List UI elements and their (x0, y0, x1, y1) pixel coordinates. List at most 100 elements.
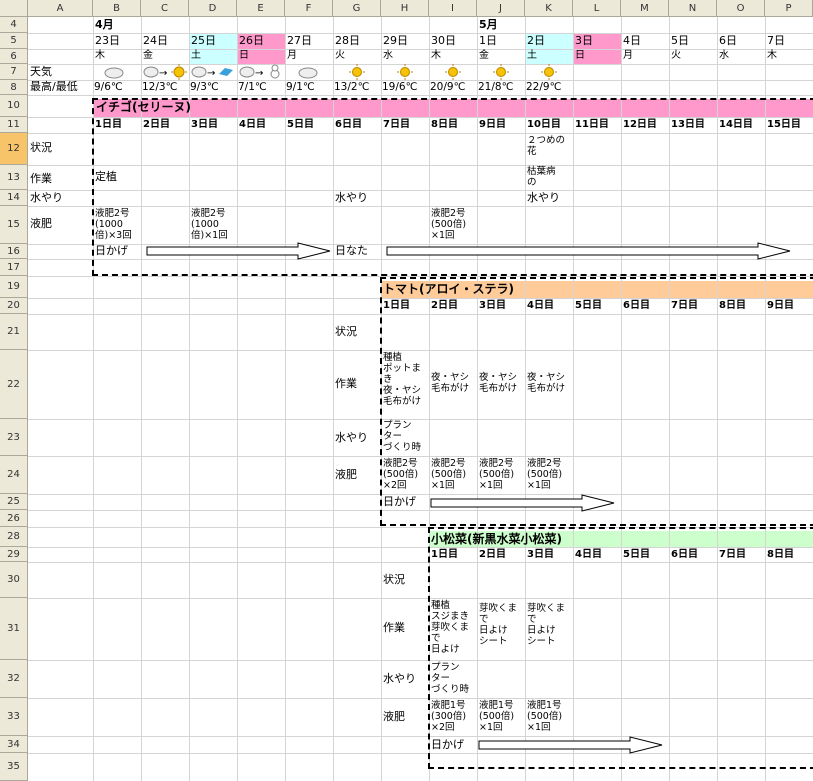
date-cell: 24日 (143, 34, 168, 47)
date-cell: 6日 (719, 34, 737, 47)
work-cell: 定植 (95, 170, 117, 183)
temp-row-label: 最高/最低 (30, 80, 78, 93)
row-header[interactable]: 26 (0, 510, 28, 527)
temp-cell: 13/2℃ (334, 81, 370, 93)
svg-text:→: → (255, 68, 263, 79)
col-header-c[interactable]: C (141, 0, 189, 17)
col-header-j[interactable]: J (477, 0, 525, 17)
col-header-d[interactable]: D (189, 0, 237, 17)
date-cell: 28日 (335, 34, 360, 47)
row-header[interactable]: 14 (0, 190, 28, 206)
work-label: 作業 (30, 172, 52, 185)
col-header-p[interactable]: P (765, 0, 813, 17)
row-header[interactable]: 25 (0, 494, 28, 510)
month-may: 5月 (479, 18, 498, 31)
row-header[interactable]: 34 (0, 736, 28, 753)
fertilizer-label: 液肥 (335, 468, 357, 481)
komatsuna-title: 小松菜(新黒水菜小松菜) (431, 532, 562, 546)
work-cell: 枯葉病 の (527, 166, 556, 188)
row-header[interactable]: 16 (0, 244, 28, 259)
row-header[interactable]: 32 (0, 660, 28, 698)
day-cell: 14日目 (719, 119, 753, 130)
col-header-e[interactable]: E (237, 0, 285, 17)
row-header[interactable]: 11 (0, 117, 28, 133)
status-label: 状況 (335, 325, 357, 338)
row-header[interactable]: 28 (0, 527, 28, 547)
cloud-icon (298, 67, 318, 79)
row-header[interactable]: 31 (0, 598, 28, 660)
row-header[interactable]: 20 (0, 298, 28, 314)
weekday-cell: 月 (287, 50, 297, 61)
svg-text:→: → (207, 68, 215, 79)
water-cell: プラン ター づくり時 (431, 662, 470, 695)
col-header-h[interactable]: H (381, 0, 429, 17)
col-header-i[interactable]: I (429, 0, 477, 17)
col-header-f[interactable]: F (285, 0, 333, 17)
col-header-n[interactable]: N (669, 0, 717, 17)
fertilizer-cell: 液肥2号 (500倍) ×1回 (431, 458, 467, 491)
row-header[interactable]: 22 (0, 350, 28, 419)
col-header-a[interactable]: A (28, 0, 93, 17)
row-header[interactable]: 23 (0, 419, 28, 456)
temp-cell: 20/9℃ (430, 81, 466, 93)
col-header-b[interactable]: B (93, 0, 141, 17)
shade-label: 日かげ (431, 738, 464, 751)
shade-label: 日かげ (383, 495, 416, 508)
work-cell: 種植 ポットま き 夜・ヤシ 毛布がけ (383, 352, 422, 407)
row-header[interactable]: 19 (0, 276, 28, 298)
weekday-cell: 土 (527, 50, 537, 61)
fertilizer-label: 液肥 (383, 710, 405, 723)
day-cell: 5日目 (287, 119, 314, 130)
fertilizer-cell: 液肥1号 (500倍) ×1回 (527, 700, 563, 733)
col-header-o[interactable]: O (717, 0, 765, 17)
status-label: 状況 (30, 141, 52, 154)
day-cell: 7日目 (671, 300, 698, 311)
spreadsheet: A B C D E F G H I J K L M N O P 4 5 6 7 … (0, 0, 813, 781)
weather-row-label: 天気 (30, 65, 52, 78)
row-header[interactable]: 24 (0, 456, 28, 494)
row-header[interactable]: 6 (0, 49, 28, 64)
weekday-cell: 木 (431, 50, 441, 61)
status-cell: ２つめの 花 (527, 135, 566, 157)
temp-cell: 9/3℃ (190, 81, 219, 93)
work-cell: 種植 スジまき 芽吹くま で 日よけ (431, 600, 470, 655)
work-cell: 夜・ヤシ 毛布がけ (527, 372, 566, 394)
day-cell: 5日目 (575, 300, 602, 311)
fertilizer-cell: 液肥1号 (500倍) ×1回 (479, 700, 515, 733)
row-header[interactable]: 29 (0, 547, 28, 562)
col-header-m[interactable]: M (621, 0, 669, 17)
row-header[interactable]: 12 (0, 133, 28, 165)
day-cell: 6日目 (671, 549, 698, 560)
day-cell: 2日目 (143, 119, 170, 130)
day-cell: 2日目 (431, 300, 458, 311)
row-header[interactable]: 10 (0, 95, 28, 117)
row-header[interactable]: 4 (0, 17, 28, 33)
day-cell: 4日目 (575, 549, 602, 560)
row-header[interactable]: 33 (0, 698, 28, 736)
strawberry-title: イチゴ(セリーヌ) (96, 100, 191, 114)
col-header-k[interactable]: K (525, 0, 573, 17)
row-header[interactable]: 21 (0, 314, 28, 350)
date-cell: 5日 (671, 34, 689, 47)
row-header[interactable]: 30 (0, 562, 28, 598)
row-header[interactable]: 7 (0, 64, 28, 80)
weekday-cell: 火 (335, 50, 345, 61)
row-header[interactable]: 8 (0, 80, 28, 95)
row-header[interactable]: 17 (0, 259, 28, 276)
row-header[interactable]: 35 (0, 753, 28, 781)
row-header[interactable]: 5 (0, 33, 28, 49)
day-cell: 8日目 (431, 119, 458, 130)
water-cell: 水やり (527, 191, 560, 204)
water-label: 水やり (383, 672, 416, 685)
col-header-l[interactable]: L (573, 0, 621, 17)
sun-icon (445, 64, 461, 80)
day-cell: 8日目 (767, 549, 794, 560)
water-cell: プラン ター づくり時 (383, 420, 422, 453)
fertilizer-cell: 液肥2号 (500倍) ×2回 (383, 458, 419, 491)
fertilizer-cell: 液肥2号 (1000 倍)×1回 (191, 208, 228, 241)
col-header-g[interactable]: G (333, 0, 381, 17)
select-all-corner[interactable] (0, 0, 28, 17)
water-cell: 水やり (335, 191, 368, 204)
row-header[interactable]: 13 (0, 165, 28, 190)
row-header[interactable]: 15 (0, 206, 28, 244)
